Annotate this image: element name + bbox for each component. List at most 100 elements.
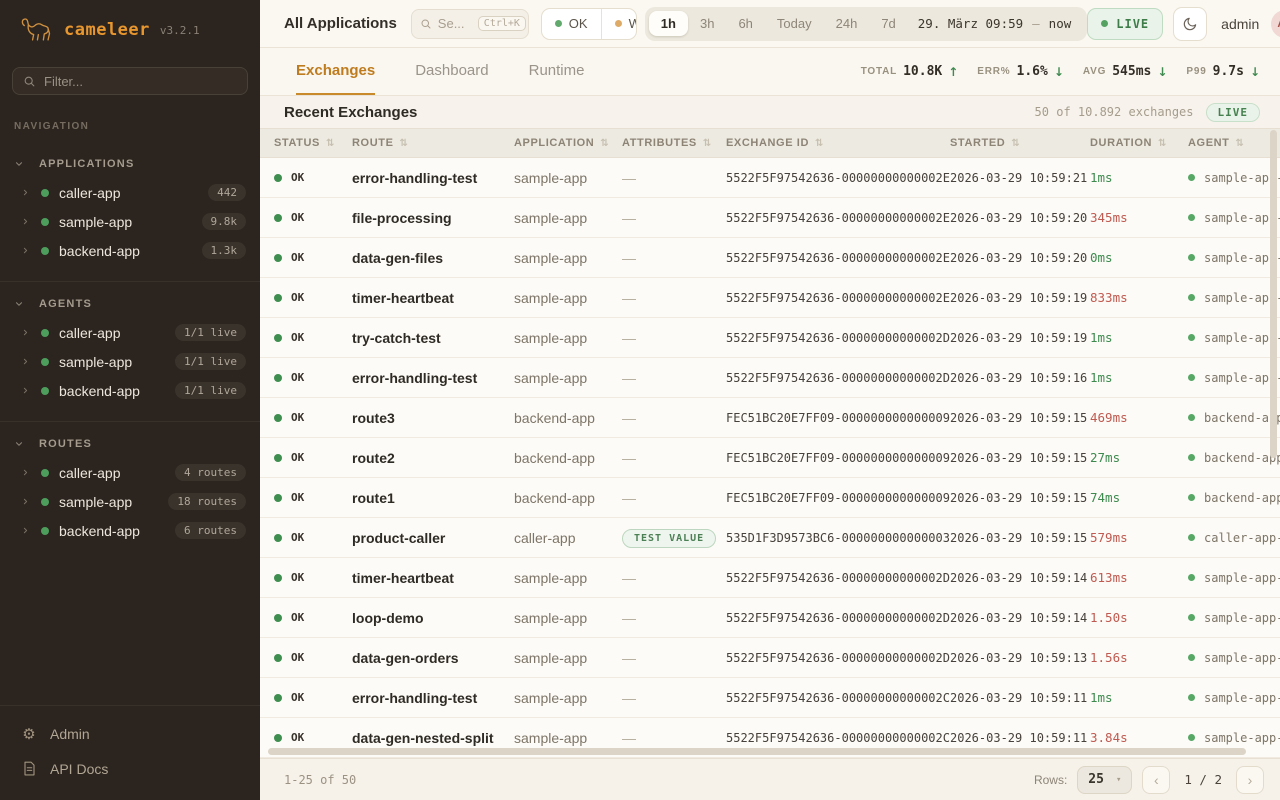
tab-dashboard[interactable]: Dashboard	[415, 48, 488, 95]
chevron-right-icon[interactable]	[21, 468, 30, 477]
sidebar-item-sample-app[interactable]: sample-app1/1 live	[0, 347, 260, 376]
time-range-7d[interactable]: 7d	[869, 11, 907, 36]
column-header-agent[interactable]: AGENT ⇅	[1188, 137, 1280, 149]
sort-icon[interactable]: ⇅	[326, 138, 335, 149]
sidebar-item-caller-app[interactable]: caller-app442	[0, 178, 260, 207]
sidebar-footer-item-admin[interactable]: ⚙Admin	[0, 716, 260, 751]
dark-mode-toggle[interactable]	[1173, 7, 1207, 41]
column-header-application[interactable]: APPLICATION ⇅	[514, 137, 622, 149]
table-row[interactable]: OKproduct-callercaller-appTEST VALUE535D…	[260, 518, 1280, 558]
attributes-empty: —	[622, 210, 636, 226]
scope-selector[interactable]: All Applications	[284, 15, 397, 32]
date-range-display[interactable]: 29. März 09:59—now	[908, 16, 1083, 31]
table-row[interactable]: OKerror-handling-testsample-app—5522F5F9…	[260, 678, 1280, 718]
attributes-empty: —	[622, 450, 636, 466]
chevron-right-icon[interactable]	[21, 246, 30, 255]
sort-icon[interactable]: ⇅	[703, 138, 712, 149]
column-header-duration[interactable]: DURATION⇅	[1090, 137, 1188, 149]
tab-runtime[interactable]: Runtime	[529, 48, 585, 95]
avatar[interactable]: AD	[1271, 10, 1280, 38]
chevron-down-icon	[14, 159, 24, 169]
column-label: AGENT	[1188, 137, 1230, 149]
prev-page-button[interactable]: ‹	[1142, 766, 1170, 794]
attributes-empty: —	[622, 170, 636, 186]
attributes-empty: —	[622, 690, 636, 706]
rows-per-page-select[interactable]: 25 ▾	[1077, 766, 1132, 794]
table-row[interactable]: OKtimer-heartbeatsample-app—5522F5F97542…	[260, 558, 1280, 598]
chevron-right-icon[interactable]	[21, 357, 30, 366]
sort-icon[interactable]: ⇅	[400, 138, 409, 149]
ok-dot-icon	[274, 734, 282, 742]
next-page-button[interactable]: ›	[1236, 766, 1264, 794]
global-search[interactable]: Ctrl+K	[411, 9, 529, 39]
table-row[interactable]: OKtimer-heartbeatsample-app—5522F5F97542…	[260, 278, 1280, 318]
sidebar-item-backend-app[interactable]: backend-app6 routes	[0, 516, 260, 545]
table-row[interactable]: OKerror-handling-testsample-app—5522F5F9…	[260, 358, 1280, 398]
table-row[interactable]: OKroute3backend-app—FEC51BC20E7FF09-0000…	[260, 398, 1280, 438]
search-input[interactable]	[438, 16, 472, 31]
sort-icon[interactable]: ⇅	[1236, 138, 1245, 149]
sidebar-item-caller-app[interactable]: caller-app1/1 live	[0, 318, 260, 347]
time-range-1h[interactable]: 1h	[649, 11, 688, 36]
chevron-down-icon	[14, 299, 24, 309]
sidebar-item-label: sample-app	[59, 214, 132, 230]
chevron-right-icon[interactable]	[21, 188, 30, 197]
column-header-status[interactable]: STATUS⇅	[274, 137, 352, 149]
table-row[interactable]: OKdata-gen-orderssample-app—5522F5F97542…	[260, 638, 1280, 678]
sort-icon[interactable]: ⇅	[1011, 138, 1020, 149]
table-row[interactable]: OKtry-catch-testsample-app—5522F5F975426…	[260, 318, 1280, 358]
time-range-today[interactable]: Today	[765, 11, 824, 36]
sidebar-item-backend-app[interactable]: backend-app1/1 live	[0, 376, 260, 405]
table-row[interactable]: OKfile-processingsample-app—5522F5F97542…	[260, 198, 1280, 238]
tab-exchanges[interactable]: Exchanges	[296, 48, 375, 95]
column-header-exchange-id[interactable]: EXCHANGE ID⇅	[726, 137, 950, 149]
chevron-right-icon[interactable]	[21, 526, 30, 535]
status-filter-warn[interactable]: Warning	[601, 9, 637, 39]
sort-icon[interactable]: ⇅	[1158, 138, 1167, 149]
table-row[interactable]: OKroute2backend-app—FEC51BC20E7FF09-0000…	[260, 438, 1280, 478]
ok-dot-icon	[274, 214, 282, 222]
table-row[interactable]: OKroute1backend-app—FEC51BC20E7FF09-0000…	[260, 478, 1280, 518]
time-range-6h[interactable]: 6h	[726, 11, 764, 36]
vertical-scrollbar[interactable]	[1270, 130, 1277, 458]
time-range-24h[interactable]: 24h	[824, 11, 870, 36]
horizontal-scrollbar[interactable]	[268, 748, 1246, 755]
nav-section-header[interactable]: ROUTES	[0, 438, 260, 450]
sort-icon[interactable]: ⇅	[600, 138, 609, 149]
chevron-right-icon[interactable]	[21, 217, 30, 226]
nav-section-header[interactable]: AGENTS	[0, 298, 260, 310]
sidebar-item-sample-app[interactable]: sample-app18 routes	[0, 487, 260, 516]
column-header-attributes[interactable]: ATTRIBUTES⇅	[622, 137, 726, 149]
sidebar-item-badge: 1/1 live	[175, 324, 246, 341]
sidebar-item-caller-app[interactable]: caller-app4 routes	[0, 458, 260, 487]
chevron-right-icon[interactable]	[21, 386, 30, 395]
column-header-started[interactable]: STARTED⇅	[950, 137, 1090, 149]
column-header-route[interactable]: ROUTE⇅	[352, 137, 514, 149]
table-row[interactable]: OKdata-gen-filessample-app—5522F5F975426…	[260, 238, 1280, 278]
chevron-right-icon[interactable]	[21, 497, 30, 506]
status-cell: OK	[274, 611, 352, 624]
agent-cell: sample-app-1	[1188, 171, 1280, 185]
status-filter-ok[interactable]: OK	[542, 9, 601, 39]
table-row[interactable]: OKloop-demosample-app—5522F5F97542636-00…	[260, 598, 1280, 638]
sidebar-item-backend-app[interactable]: backend-app1.3k	[0, 236, 260, 265]
started-cell: 2026-03-29 10:59:20	[950, 251, 1090, 265]
duration-cell: 1ms	[1090, 690, 1188, 705]
sidebar-item-sample-app[interactable]: sample-app9.8k	[0, 207, 260, 236]
table-row[interactable]: OKerror-handling-testsample-app—5522F5F9…	[260, 158, 1280, 198]
column-label: APPLICATION	[514, 137, 594, 149]
camel-logo-icon	[18, 15, 54, 45]
attributes-empty: —	[622, 570, 636, 586]
started-cell: 2026-03-29 10:59:20	[950, 211, 1090, 225]
nav-section-header[interactable]: APPLICATIONS	[0, 158, 260, 170]
status-dot-icon	[41, 527, 49, 535]
time-range-3h[interactable]: 3h	[688, 11, 726, 36]
live-toggle-button[interactable]: LIVE	[1087, 8, 1163, 40]
filter-input[interactable]	[44, 74, 237, 89]
sidebar-filter[interactable]	[12, 67, 248, 95]
moon-icon	[1182, 16, 1198, 32]
sidebar-item-badge: 1/1 live	[175, 353, 246, 370]
chevron-right-icon[interactable]	[21, 328, 30, 337]
sort-icon[interactable]: ⇅	[815, 138, 824, 149]
sidebar-footer-item-api-docs[interactable]: API Docs	[0, 751, 260, 786]
